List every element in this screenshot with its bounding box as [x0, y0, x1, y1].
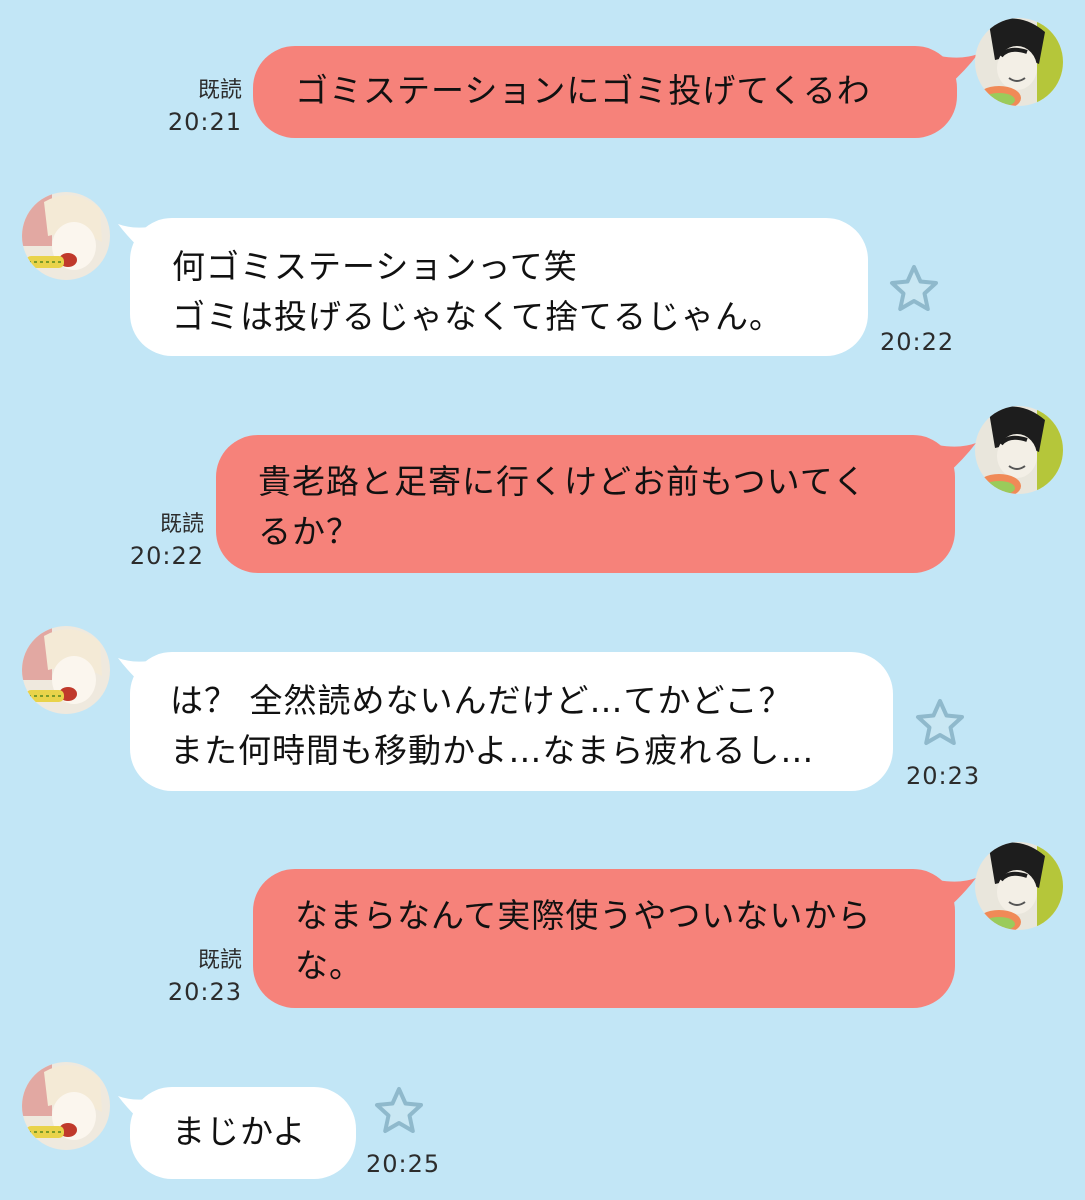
message-meta: 既読 20:23: [148, 946, 242, 1008]
bubble-tail: [940, 52, 980, 92]
star-icon[interactable]: [886, 262, 942, 318]
chat-thread: 既読 20:21 ゴミステーションにゴミ投げてくるわ 何ゴミステーションって笑 …: [0, 0, 1085, 1200]
bubble-tail: [938, 876, 978, 916]
blonde-man-avatar[interactable]: [22, 626, 110, 714]
message-bubble[interactable]: まじかよ: [130, 1087, 356, 1179]
green-hair-man-avatar[interactable]: [975, 18, 1063, 106]
read-receipt: 既読: [159, 512, 204, 537]
star-icon[interactable]: [912, 696, 968, 752]
blonde-man-avatar[interactable]: [22, 1062, 110, 1150]
message-bubble[interactable]: 貴老路と足寄に行くけどお前もついてく るか？: [216, 435, 955, 573]
message-bubble[interactable]: 何ゴミステーションって笑 ゴミは投げるじゃなくて捨てるじゃん。: [130, 218, 868, 356]
timestamp: 20:23: [906, 762, 981, 790]
message-bubble[interactable]: なまらなんて実際使うやついないから な。: [253, 869, 955, 1008]
bubble-tail: [938, 441, 978, 481]
message-meta: 既読 20:21: [150, 76, 242, 138]
green-hair-man-avatar[interactable]: [975, 842, 1063, 930]
blonde-man-avatar[interactable]: [22, 192, 110, 280]
timestamp: 20:21: [167, 108, 242, 136]
timestamp: 20:23: [167, 978, 242, 1006]
green-hair-man-avatar[interactable]: [975, 406, 1063, 494]
read-receipt: 既読: [197, 948, 242, 973]
message-bubble[interactable]: は？ 全然読めないんだけど…てかどこ？ また何時間も移動かよ…なまら疲れるし…: [130, 652, 893, 791]
message-bubble[interactable]: ゴミステーションにゴミ投げてくるわ: [253, 46, 957, 138]
timestamp: 20:22: [880, 328, 955, 356]
timestamp: 20:25: [366, 1150, 441, 1178]
timestamp: 20:22: [129, 542, 204, 570]
message-meta: 既読 20:22: [110, 510, 204, 572]
star-icon[interactable]: [371, 1084, 427, 1140]
read-receipt: 既読: [197, 78, 242, 103]
